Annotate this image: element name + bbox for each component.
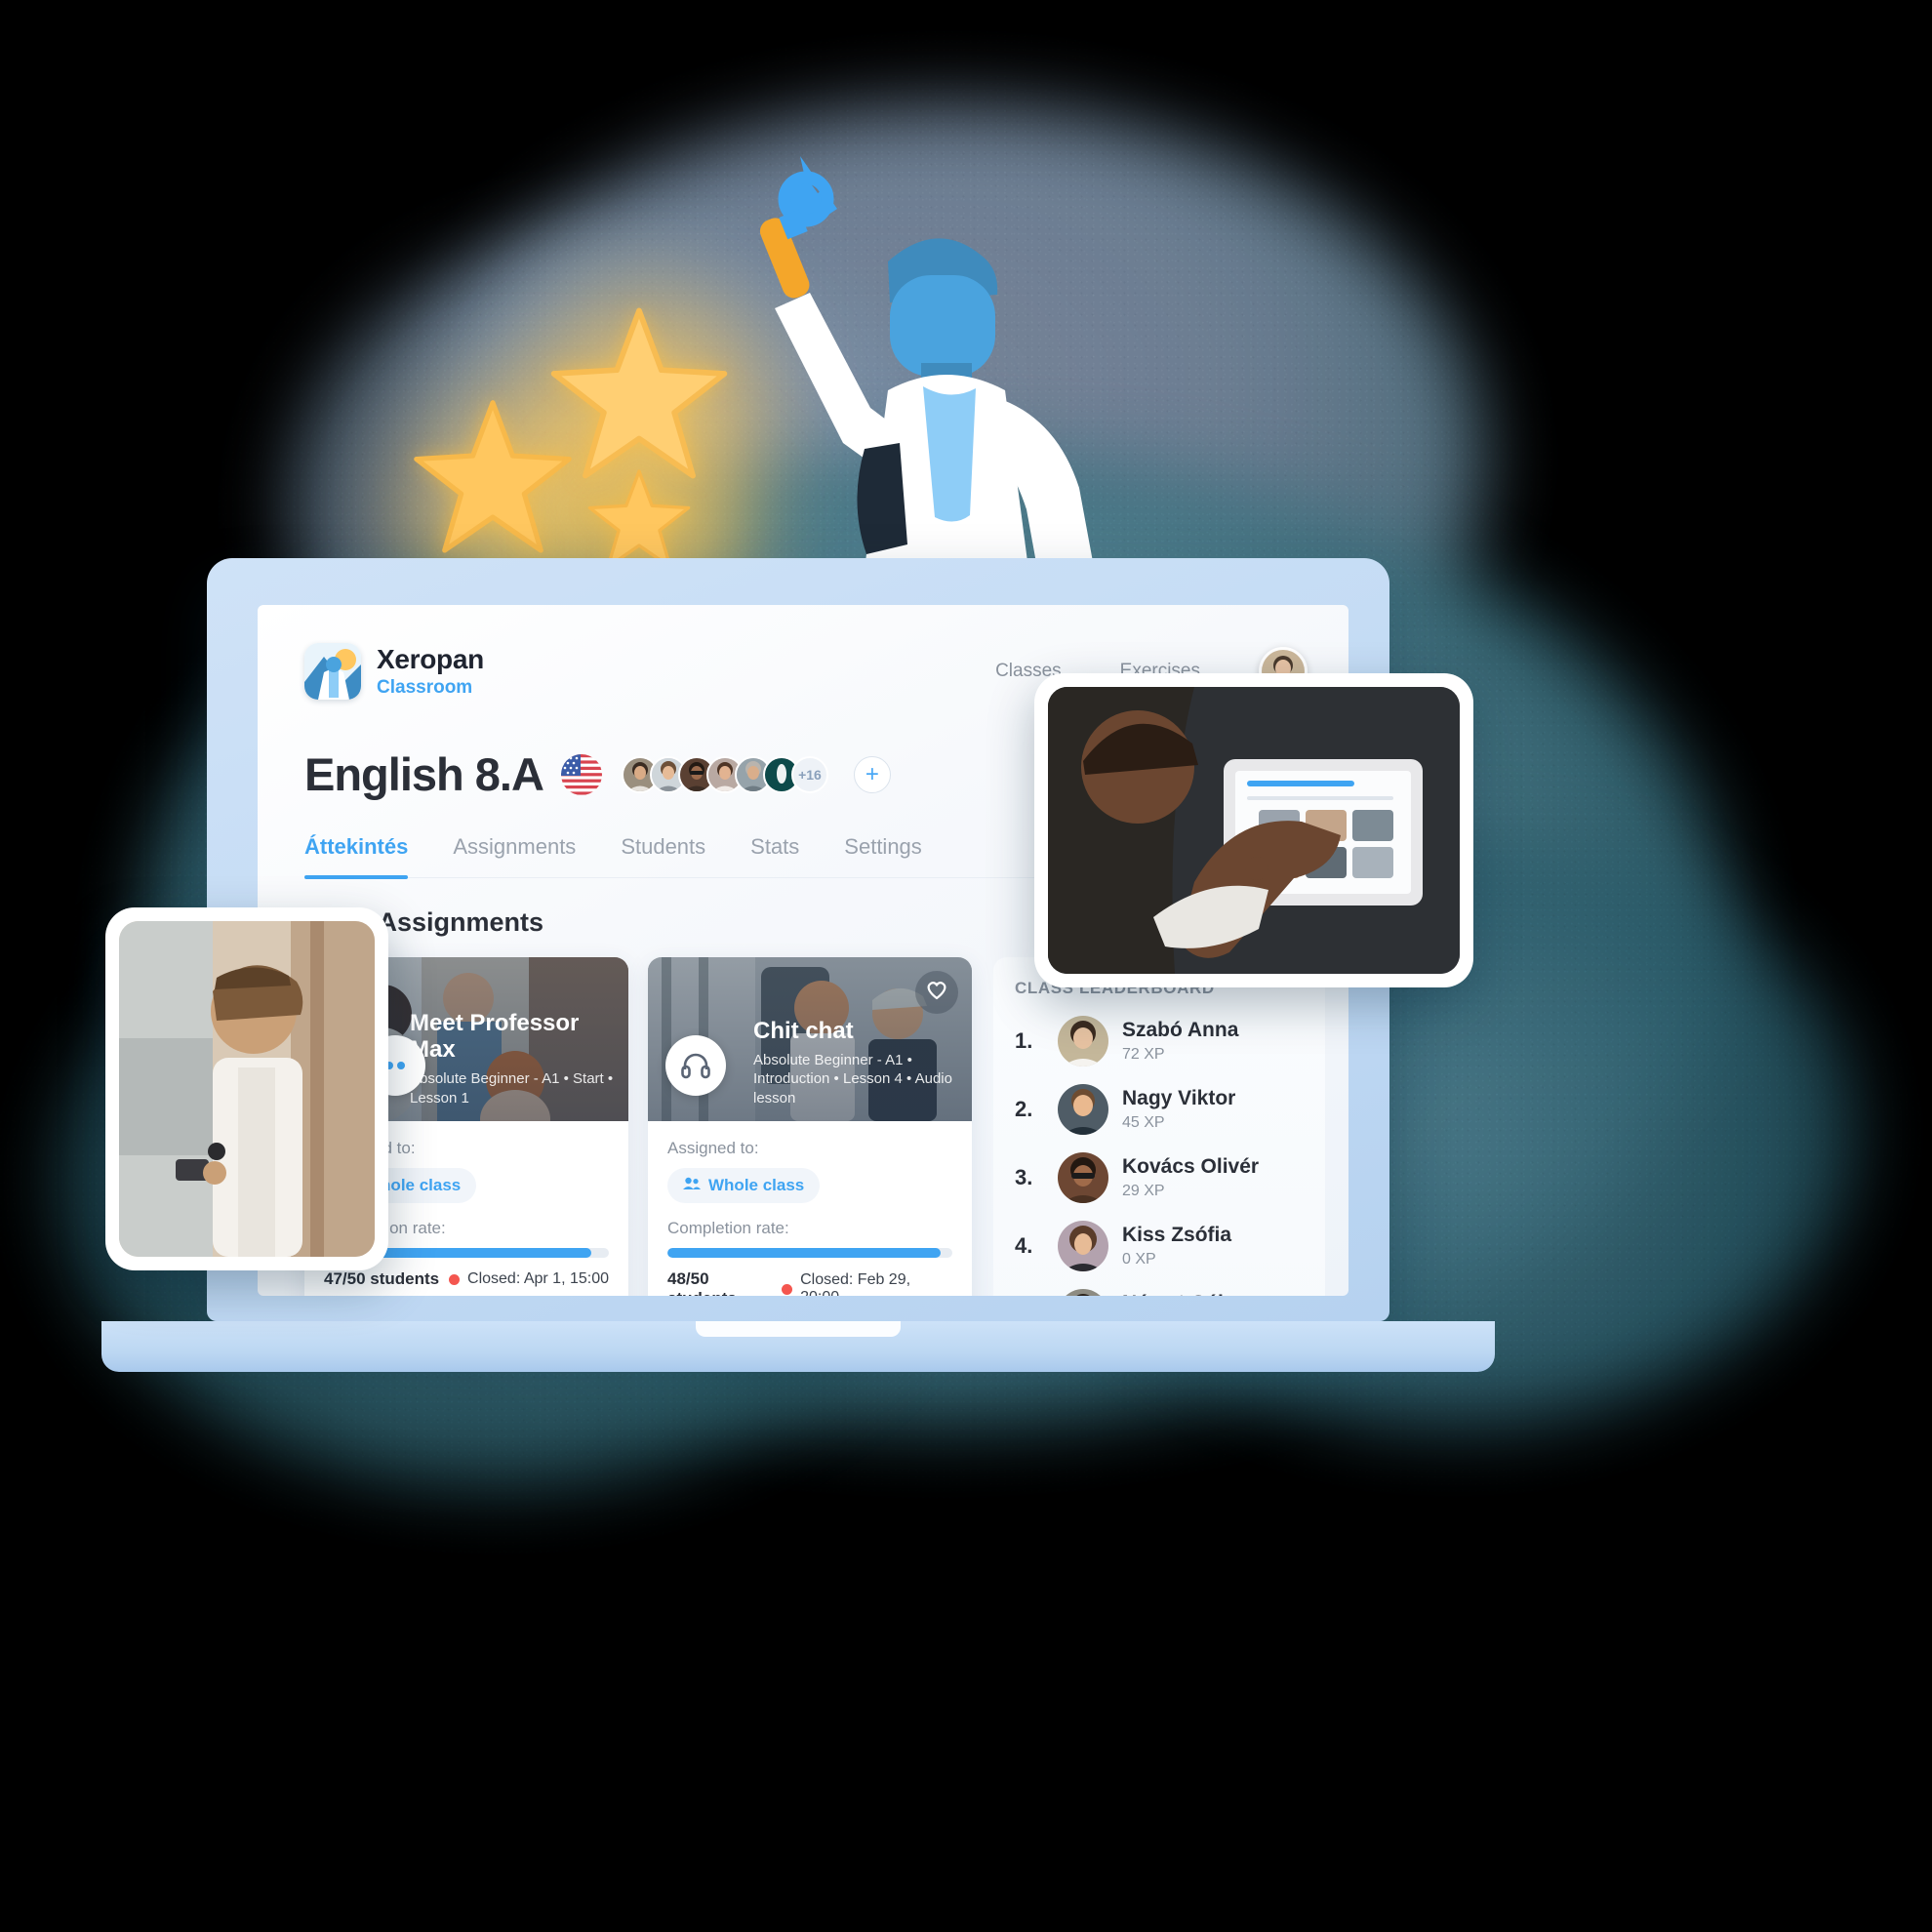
leaderboard-rank: 1. — [1015, 1028, 1033, 1053]
closed-date: Closed: Apr 1, 15:00 — [449, 1270, 609, 1288]
photo-tablet-hand — [1048, 687, 1460, 974]
assigned-to-label: Assigned to: — [667, 1139, 759, 1157]
photo-card-tablet-hand — [1034, 673, 1473, 987]
leaderboard-name: Kiss Zsófia — [1122, 1224, 1232, 1247]
headphones-icon — [665, 1035, 726, 1096]
completion-progress-bar — [667, 1248, 952, 1258]
photo-woman-phone — [119, 921, 375, 1257]
leaderboard-xp: 29 XP — [1122, 1182, 1165, 1199]
heart-icon — [926, 981, 947, 1005]
status-dot-icon — [449, 1273, 461, 1285]
xeropan-logo-icon — [304, 643, 361, 700]
brand-subtitle: Classroom — [377, 677, 473, 698]
laptop-base — [101, 1321, 1495, 1372]
dashboard-content: Meet Professor Max Absolute Beginner - A… — [304, 957, 1325, 1296]
completion-count: 48/50 students — [667, 1269, 737, 1296]
leaderboard-rank: 4. — [1015, 1233, 1033, 1258]
wrench-icon — [759, 156, 837, 299]
leaderboard-name: Nagy Viktor — [1122, 1087, 1236, 1110]
star-icon-top — [546, 302, 732, 482]
leaderboard-name: Német Gábor — [1122, 1292, 1251, 1296]
star-icon-small — [585, 466, 693, 571]
assignment-hero: Chit chat Absolute Beginner - A1 • Intro… — [648, 957, 972, 1121]
closed-date-text: Closed: Apr 1, 15:00 — [467, 1270, 609, 1287]
assignment-cards: Meet Professor Max Absolute Beginner - A… — [304, 957, 972, 1296]
brand[interactable]: Xeropan Classroom — [304, 643, 484, 700]
leaderboard-xp: 72 XP — [1122, 1045, 1165, 1063]
assignment-body: Assigned to: Whole class Completion rate… — [648, 1121, 972, 1296]
class-leaderboard: CLASS LEADERBOARD 1. Szabó Anna 72 XP 2.… — [993, 957, 1325, 1296]
favorite-button[interactable] — [915, 971, 958, 1014]
leaderboard-row[interactable]: 2. Nagy Viktor 45 XP — [1015, 1084, 1304, 1135]
leaderboard-avatar — [1058, 1084, 1108, 1135]
group-icon — [683, 1176, 701, 1195]
assigned-to-chip[interactable]: Whole class — [667, 1168, 821, 1203]
closed-date: Closed: Feb 29, 20:00 — [782, 1271, 952, 1296]
photo-card-woman-phone — [105, 907, 388, 1270]
completion-count: 47/50 students — [324, 1269, 440, 1288]
assignment-title: Meet Professor Max — [410, 1010, 580, 1064]
assignment-card[interactable]: Chit chat Absolute Beginner - A1 • Intro… — [648, 957, 972, 1296]
leaderboard-name: Kovács Olivér — [1122, 1155, 1260, 1179]
assignment-meta: Absolute Beginner - A1 • Introduction • … — [753, 1051, 952, 1107]
leaderboard-avatar — [1058, 1289, 1108, 1296]
tab-students[interactable]: Students — [621, 834, 705, 877]
assignment-stats-row: 47/50 students Closed: Apr 1, 15:00 — [324, 1269, 609, 1289]
leaderboard-row[interactable]: 4. Kiss Zsófia 0 XP — [1015, 1221, 1304, 1271]
promo-scene: Xeropan Classroom Classes Exercises Engl… — [0, 0, 1932, 1932]
leaderboard-name: Szabó Anna — [1122, 1019, 1239, 1042]
assignment-meta: Absolute Beginner - A1 • Start • Lesson … — [410, 1070, 614, 1107]
leaderboard-row[interactable]: 5. Német Gábor 0 XP — [1015, 1289, 1304, 1296]
leaderboard-avatar — [1058, 1221, 1108, 1271]
laptop-trackpad-notch — [696, 1321, 901, 1337]
assigned-to-value: Whole class — [708, 1176, 805, 1194]
class-members: +16 — [621, 755, 828, 793]
leaderboard-xp: 0 XP — [1122, 1250, 1156, 1268]
tab-attekintes[interactable]: Áttekintés — [304, 834, 409, 879]
member-overflow-count[interactable]: +16 — [790, 755, 828, 793]
page-title: English 8.A — [304, 748, 544, 800]
closed-date-text: Closed: Feb 29, 20:00 — [800, 1271, 911, 1296]
tab-settings[interactable]: Settings — [844, 834, 922, 877]
status-dot-icon — [782, 1283, 793, 1295]
leaderboard-row[interactable]: 3. Kovács Olivér 29 XP — [1015, 1152, 1304, 1203]
leaderboard-xp: 45 XP — [1122, 1113, 1165, 1131]
assignment-hero-text: Chit chat Absolute Beginner - A1 • Intro… — [753, 1017, 960, 1107]
tab-assignments[interactable]: Assignments — [453, 834, 576, 877]
assignment-stats-row: 48/50 students Closed: Feb 29, 20:00 — [667, 1269, 952, 1296]
leaderboard-rank: 3. — [1015, 1165, 1033, 1189]
leaderboard-row[interactable]: 1. Szabó Anna 72 XP — [1015, 1016, 1304, 1067]
tab-stats[interactable]: Stats — [750, 834, 799, 877]
completion-rate-label: Completion rate: — [667, 1219, 789, 1237]
leaderboard-avatar — [1058, 1152, 1108, 1203]
brand-name: Xeropan — [377, 644, 484, 674]
assignment-title: Chit chat — [753, 1017, 854, 1044]
leaderboard-rank: 2. — [1015, 1097, 1033, 1121]
assignment-hero-text: Meet Professor Max Absolute Beginner - A… — [410, 1010, 617, 1107]
add-member-button[interactable]: + — [853, 755, 891, 793]
us-flag-icon — [560, 753, 602, 795]
leaderboard-avatar — [1058, 1016, 1108, 1067]
